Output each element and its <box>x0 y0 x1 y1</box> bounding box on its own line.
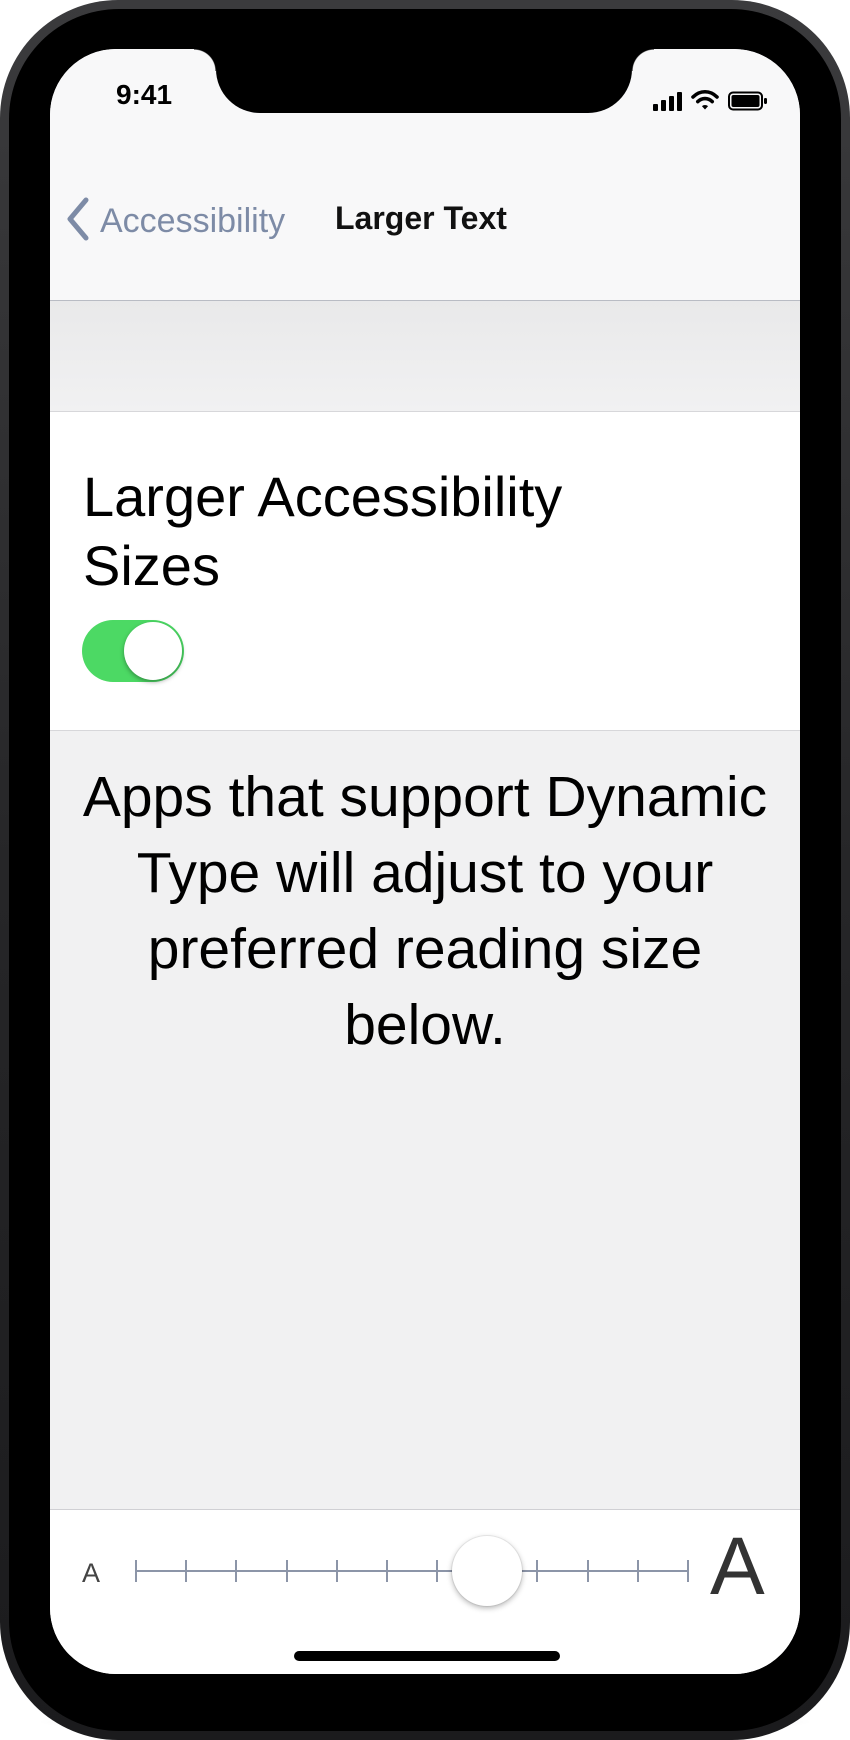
small-text-icon: A <box>82 1558 101 1588</box>
navigation-bar: Accessibility Larger Text <box>50 144 800 301</box>
slider-tick <box>285 1560 288 1582</box>
camera-notch <box>194 49 654 113</box>
home-indicator <box>294 1651 560 1661</box>
dynamic-type-description: Apps that support Dynamic Type will adju… <box>82 765 768 1057</box>
slider-thumb[interactable] <box>452 1536 523 1606</box>
status-icons <box>653 85 768 111</box>
larger-sizes-cell: Larger Accessibility Sizes <box>50 411 800 731</box>
section-spacer <box>50 301 800 411</box>
wifi-icon <box>691 89 719 111</box>
slider-tick <box>636 1560 639 1582</box>
slider-tick <box>385 1560 388 1582</box>
slider-tick <box>536 1560 539 1582</box>
larger-sizes-toggle[interactable] <box>82 620 184 682</box>
slider-tick <box>687 1560 689 1582</box>
slider-tick <box>185 1560 188 1582</box>
large-text-icon: A <box>710 1521 765 1612</box>
chevron-left-icon <box>66 197 90 246</box>
back-button[interactable]: Accessibility <box>66 196 285 246</box>
phone-screen: 9:41 Accessibility Larger Text Larger Ac… <box>50 49 800 1674</box>
slider-tick <box>235 1560 238 1582</box>
slider-tick <box>436 1560 439 1582</box>
slider-tick <box>586 1560 589 1582</box>
toggle-knob <box>124 622 182 680</box>
text-size-slider[interactable] <box>135 1510 689 1630</box>
slider-track-line <box>136 1570 688 1572</box>
text-size-slider-panel: A A <box>50 1509 800 1674</box>
page-title: Larger Text <box>335 200 507 236</box>
back-label: Accessibility <box>100 201 286 240</box>
status-time: 9:41 <box>116 79 173 110</box>
larger-sizes-label: Larger Accessibility Sizes <box>83 465 563 597</box>
slider-tick <box>135 1560 137 1582</box>
battery-icon <box>728 91 768 111</box>
signal-icon <box>653 91 682 111</box>
slider-tick <box>335 1560 338 1582</box>
